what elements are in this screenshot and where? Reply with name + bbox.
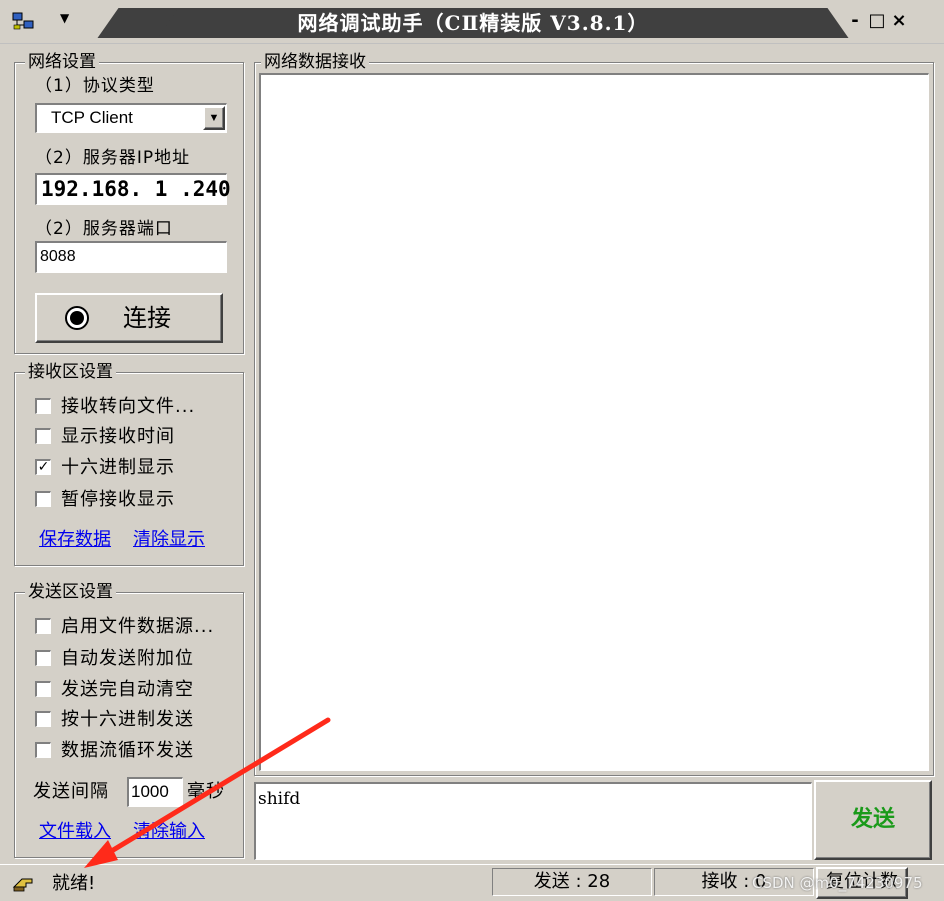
checkbox-show-recv-time[interactable]: 显示接收时间 bbox=[35, 425, 235, 449]
minimize-button[interactable]: - bbox=[844, 6, 866, 36]
protocol-select-value: TCP Client bbox=[51, 108, 133, 127]
window-title: 网络调试助手（CⅡ精装版 V3.8.1） bbox=[297, 11, 649, 35]
ip-address-field[interactable]: 192.168. 1 .240 bbox=[35, 173, 231, 205]
app-icon bbox=[12, 12, 34, 30]
clear-display-link[interactable]: 清除显示 bbox=[133, 529, 205, 551]
chevron-down-icon: ▼ bbox=[60, 11, 70, 25]
port-value: 8088 bbox=[40, 248, 76, 265]
ip-label: （2）服务器IP地址 bbox=[35, 148, 191, 168]
sent-count-panel: 发送 : 28 bbox=[492, 868, 652, 896]
receive-text-area[interactable] bbox=[259, 73, 929, 771]
send-interval-label: 发送间隔 bbox=[33, 781, 109, 802]
watermark: CSDN @m0_74230975 bbox=[752, 874, 923, 892]
send-text-input[interactable]: shifd bbox=[254, 782, 812, 860]
checkbox-hex-send[interactable]: 按十六进制发送 bbox=[35, 708, 240, 732]
checkbox-box[interactable] bbox=[35, 742, 51, 758]
checkbox-box[interactable] bbox=[35, 650, 51, 666]
send-button[interactable]: 发送 bbox=[814, 780, 932, 860]
checkbox-label: 启用文件数据源... bbox=[61, 616, 215, 637]
checkbox-box[interactable] bbox=[35, 428, 51, 444]
maximize-button[interactable]: □ bbox=[866, 6, 888, 36]
receive-settings-title: 接收区设置 bbox=[25, 361, 116, 383]
checkbox-box[interactable] bbox=[35, 681, 51, 697]
load-file-link[interactable]: 文件载入 bbox=[39, 821, 111, 843]
status-pointer-icon bbox=[12, 873, 38, 893]
checkbox-auto-clear[interactable]: 发送完自动清空 bbox=[35, 678, 240, 702]
protocol-label: （1）协议类型 bbox=[35, 76, 155, 96]
checkbox-box[interactable] bbox=[35, 711, 51, 727]
checkbox-label: 按十六进制发送 bbox=[61, 709, 194, 730]
sent-count-value: 28 bbox=[587, 871, 611, 892]
checkbox-label: 显示接收时间 bbox=[61, 426, 175, 447]
status-bar: 就绪! 发送 : 28 接收 : 0 复位计数 CSDN @m0_7423097… bbox=[0, 864, 944, 901]
receive-area-group: 网络数据接收 bbox=[254, 51, 934, 776]
receive-settings-group: 接收区设置 接收转向文件... 显示接收时间 ✓ 十六进制显示 暂停接收显示 保… bbox=[14, 361, 244, 566]
checkbox-label: 自动发送附加位 bbox=[61, 648, 194, 669]
close-button[interactable]: × bbox=[888, 6, 910, 36]
status-text: 就绪! bbox=[52, 873, 96, 894]
chevron-down-icon: ▼ bbox=[208, 112, 220, 124]
protocol-select[interactable]: TCP Client ▼ bbox=[35, 103, 227, 133]
save-data-link[interactable]: 保存数据 bbox=[39, 529, 111, 551]
check-mark-icon: ✓ bbox=[37, 459, 50, 475]
dropdown-button[interactable]: ▼ bbox=[203, 106, 225, 130]
checkbox-recv-to-file[interactable]: 接收转向文件... bbox=[35, 395, 235, 419]
checkbox-label: 数据流循环发送 bbox=[61, 740, 194, 761]
checkbox-box[interactable] bbox=[35, 398, 51, 414]
checkbox-label: 接收转向文件... bbox=[61, 396, 196, 417]
network-settings-title: 网络设置 bbox=[25, 51, 99, 73]
send-settings-group: 发送区设置 启用文件数据源... 自动发送附加位 发送完自动清空 按十六进制发送… bbox=[14, 581, 244, 858]
checkbox-box[interactable] bbox=[35, 618, 51, 634]
checkbox-box[interactable]: ✓ bbox=[35, 459, 51, 475]
checkbox-pause-display[interactable]: 暂停接收显示 bbox=[35, 488, 235, 512]
checkbox-loop-send[interactable]: 数据流循环发送 bbox=[35, 739, 240, 763]
checkbox-box[interactable] bbox=[35, 491, 51, 507]
send-input-value: shifd bbox=[258, 789, 301, 809]
network-settings-group: 网络设置 （1）协议类型 TCP Client ▼ （2）服务器IP地址 192… bbox=[14, 51, 244, 354]
checkbox-label: 暂停接收显示 bbox=[61, 489, 175, 510]
system-menu[interactable]: ▼ bbox=[8, 8, 70, 34]
port-label: （2）服务器端口 bbox=[35, 219, 173, 239]
checkbox-file-source[interactable]: 启用文件数据源... bbox=[35, 615, 240, 639]
ip-address-value: 192.168. 1 .240 bbox=[41, 177, 231, 201]
clear-input-link[interactable]: 清除输入 bbox=[133, 821, 205, 843]
connect-label: 连接 bbox=[123, 304, 171, 332]
sent-count-label: 发送 bbox=[533, 871, 570, 892]
title-bar[interactable]: ▼ 网络调试助手（CⅡ精装版 V3.8.1） - □ × bbox=[0, 0, 944, 44]
connect-indicator-icon bbox=[65, 306, 89, 330]
window-controls: - □ × bbox=[844, 6, 934, 36]
checkbox-auto-append[interactable]: 自动发送附加位 bbox=[35, 647, 240, 671]
checkbox-label: 十六进制显示 bbox=[61, 457, 175, 478]
send-interval-unit: 毫秒 bbox=[187, 781, 225, 802]
checkbox-hex-display[interactable]: ✓ 十六进制显示 bbox=[35, 456, 235, 480]
send-button-label: 发送 bbox=[850, 807, 895, 832]
send-interval-field[interactable]: 1000 bbox=[127, 777, 183, 807]
connect-button[interactable]: 连接 bbox=[35, 293, 223, 343]
receive-area-title: 网络数据接收 bbox=[261, 51, 369, 73]
send-interval-value: 1000 bbox=[131, 782, 169, 801]
checkbox-label: 发送完自动清空 bbox=[61, 679, 194, 700]
port-field[interactable]: 8088 bbox=[35, 241, 227, 273]
recv-count-label: 接收 bbox=[701, 871, 738, 892]
send-settings-title: 发送区设置 bbox=[25, 581, 116, 603]
